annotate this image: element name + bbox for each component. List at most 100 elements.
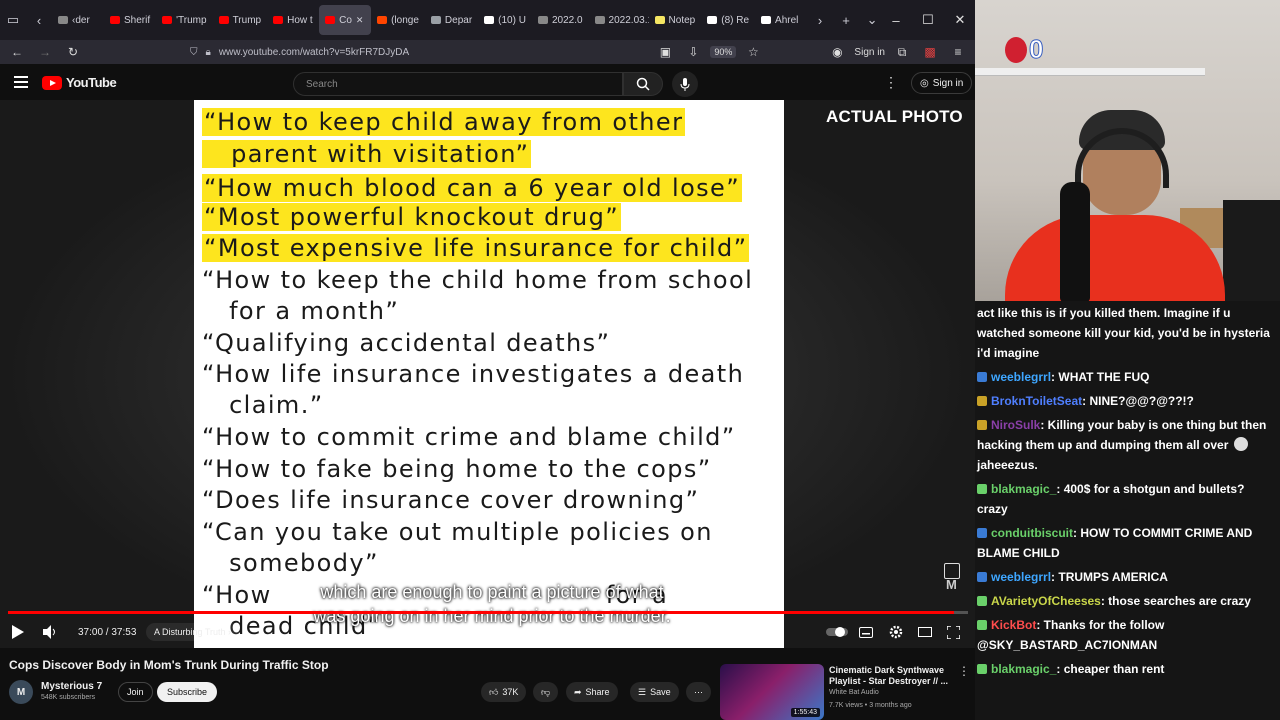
browser-tab[interactable]: (10) U <box>478 5 532 35</box>
tab-bar: ▭ ‹ ‹der Sherif 'Trump Trump How t Co ✕ (longe D… <box>0 0 975 40</box>
bookmark-star-icon[interactable]: ☆ <box>742 45 764 59</box>
browser-tab[interactable]: (longe <box>371 5 425 35</box>
search-button[interactable] <box>623 72 663 96</box>
subtitles-button[interactable] <box>859 618 873 646</box>
video-player[interactable]: “How to keep child away from other paren… <box>0 100 975 648</box>
browser-tab[interactable]: Trump <box>213 5 268 35</box>
chat-message: NiroSulk: Killing your baby is one thing… <box>977 415 1278 475</box>
highlighted-search-text: “Most powerful knockout drug” <box>202 203 622 231</box>
forward-icon[interactable]: → <box>34 45 56 59</box>
back-icon[interactable]: ← <box>6 45 28 59</box>
more-actions-button[interactable]: ⋯ <box>686 682 711 702</box>
extensions-icon[interactable]: ⧉ <box>891 45 913 60</box>
url-text[interactable]: www.youtube.com/watch?v=5krFR7DJyDA <box>219 47 409 58</box>
extension-badge-icon[interactable]: ▩ <box>919 45 941 59</box>
lock-icon: 🔒︎ <box>205 46 211 58</box>
subscribe-button[interactable]: Subscribe <box>157 682 218 702</box>
chat-text: act like this is if you killed them. Ima… <box>977 306 1270 360</box>
picture-in-picture-icon[interactable]: ▣ <box>654 45 676 59</box>
share-button[interactable]: ➦ Share <box>566 682 618 702</box>
minimize-icon[interactable]: – <box>880 13 912 28</box>
like-button[interactable]: 👍︎ 37K <box>481 682 527 702</box>
channel-name[interactable]: Mysterious 7 <box>41 681 102 692</box>
chat-username[interactable]: weeblegrrl <box>991 570 1051 584</box>
tab-scroll-right-icon[interactable]: › <box>807 7 833 33</box>
settings-more-icon[interactable]: ⋮ <box>884 74 898 91</box>
recommended-more-icon[interactable]: ⋮ <box>958 664 970 678</box>
share-label: Share <box>585 687 610 697</box>
chat-username[interactable]: blakmagic_ <box>991 662 1056 676</box>
stream-overlay: 0 act like this is if you killed them. I… <box>975 0 1280 720</box>
chat-username[interactable]: NiroSulk <box>991 418 1040 432</box>
browser-tab[interactable]: Sherif <box>104 5 156 35</box>
browser-tab[interactable]: 'Trump <box>156 5 212 35</box>
slide-search-line: “How to keep the child home from school <box>202 266 753 294</box>
browser-tab[interactable]: How t <box>267 5 319 35</box>
tab-label: Depar <box>444 14 473 26</box>
chat-username[interactable]: blakmagic_ <box>991 482 1056 496</box>
chat-username[interactable]: KickBot <box>991 618 1036 632</box>
slide-search-line: “Can you take out multiple policies on <box>202 518 713 546</box>
guide-menu-icon[interactable] <box>14 76 28 88</box>
reload-icon[interactable]: ↻ <box>62 45 84 59</box>
browser-tab[interactable]: 2022.03.1 <box>589 5 649 35</box>
close-window-icon[interactable]: ✕ <box>944 12 975 28</box>
tab-overview-icon[interactable]: ▭ <box>0 7 26 33</box>
slide-search-line: “Qualifying accidental deaths” <box>202 329 610 357</box>
chapter-button[interactable]: A Disturbing Truth › <box>146 618 240 646</box>
theater-mode-button[interactable] <box>918 618 932 646</box>
voice-search-button[interactable] <box>672 71 698 97</box>
browser-tab[interactable]: (8) Re <box>701 5 755 35</box>
account-icon[interactable]: ◉ <box>826 45 848 59</box>
channel-watermark[interactable]: M <box>946 577 957 592</box>
browser-tab[interactable]: ‹der <box>52 5 104 35</box>
tab-label: ‹der <box>72 14 90 26</box>
join-button[interactable]: Join <box>118 682 153 702</box>
subtitles-icon <box>859 626 873 638</box>
address-bar[interactable]: ⛉ 🔒︎ www.youtube.com/watch?v=5krFR7DJyDA <box>90 42 648 62</box>
slide-search-line: somebody” <box>202 549 379 577</box>
recommended-title[interactable]: Cinematic Dark Synthwave Playlist - Star… <box>829 665 954 687</box>
dislike-button[interactable]: 👎︎ <box>533 682 559 702</box>
maximize-icon[interactable]: ☐ <box>912 12 944 28</box>
chat-username[interactable]: conduitbiscuit <box>991 526 1073 540</box>
tab-scroll-left-icon[interactable]: ‹ <box>26 7 52 33</box>
tab-label: (10) U <box>498 14 526 26</box>
youtube-logo[interactable]: YouTube <box>42 75 117 90</box>
tab-favicon-icon <box>162 16 173 24</box>
chat-message: AVarietyOfCheeses: those searches are cr… <box>977 591 1278 611</box>
browser-tab[interactable]: Co ✕ <box>319 5 372 35</box>
save-button[interactable]: ☰ Save <box>630 682 679 702</box>
browser-tab[interactable]: Ahrel <box>755 5 807 35</box>
tab-favicon-icon <box>654 16 665 24</box>
play-button[interactable] <box>12 618 24 646</box>
fullscreen-button[interactable] <box>947 618 960 646</box>
new-tab-icon[interactable]: + <box>833 7 859 33</box>
menu-icon[interactable]: ≡ <box>947 45 969 59</box>
tab-favicon-icon <box>537 16 548 24</box>
save-page-icon[interactable]: ⇩ <box>682 45 704 59</box>
tab-label: (8) Re <box>721 14 750 26</box>
volume-button[interactable] <box>43 618 57 646</box>
chat-badge-icon <box>977 396 987 406</box>
progress-bar[interactable] <box>8 611 968 614</box>
tab-label: Sherif <box>124 14 151 26</box>
channel-avatar[interactable]: M <box>9 680 33 704</box>
chat-username[interactable]: BroknToiletSeat <box>991 394 1082 408</box>
browser-signin-label[interactable]: Sign in <box>854 47 885 58</box>
recommended-channel[interactable]: White Bat Audio <box>829 689 879 696</box>
browser-tab[interactable]: Depar <box>425 5 478 35</box>
chat-username[interactable]: weeblegrrl <box>991 370 1051 384</box>
close-tab-icon[interactable]: ✕ <box>356 15 364 26</box>
zoom-level[interactable]: 90% <box>710 46 737 58</box>
shield-icon[interactable]: ⛉ <box>190 47 198 58</box>
browser-tab[interactable]: Notep <box>649 5 702 35</box>
browser-tab[interactable]: 2022.0 <box>532 5 589 35</box>
recommended-thumbnail[interactable]: 1:55:43 <box>720 664 824 720</box>
youtube-signin-button[interactable]: ◎ Sign in <box>911 72 973 94</box>
counter-value: 0 <box>1028 34 1044 65</box>
chat-username[interactable]: AVarietyOfCheeses <box>991 594 1101 608</box>
search-input[interactable]: Search <box>293 72 623 96</box>
settings-button[interactable] <box>889 618 903 646</box>
autoplay-toggle[interactable] <box>826 618 848 646</box>
